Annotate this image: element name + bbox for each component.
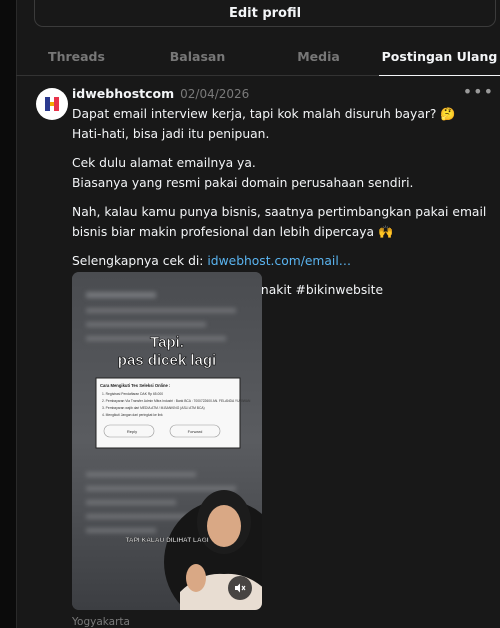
tab-media[interactable]: Media [258, 38, 379, 76]
card-item: 2. Pembayaran Via Transfer Admin Mitra I… [102, 399, 251, 403]
avatar[interactable] [36, 88, 68, 120]
idwebhost-logo-icon [45, 97, 59, 111]
thread-post: idwebhostcom 02/04/2026 ••• Dapat email … [16, 76, 500, 628]
post-link[interactable]: idwebhost.com/email… [207, 254, 351, 268]
tab-balasan[interactable]: Balasan [137, 38, 258, 76]
post-header: idwebhostcom 02/04/2026 [72, 86, 249, 101]
reply-label: Reply [127, 429, 137, 434]
post-link-line: Selengkapnya cek di: idwebhost.com/email… [72, 254, 352, 268]
video-caption-bottom: TAPI KALAU DILIHAT LAGI [125, 537, 208, 544]
speaker-muted-icon[interactable] [228, 576, 252, 600]
post-username[interactable]: idwebhostcom [72, 86, 174, 101]
tab-postingan-ulang[interactable]: Postingan Ulang [379, 38, 500, 76]
profile-tabs: Threads Balasan Media Postingan Ulang [16, 38, 500, 76]
post-paragraph: Nah, kalau kamu punya bisnis, saatnya pe… [72, 205, 487, 239]
video-caption-top: Tapi. [150, 334, 184, 351]
post-paragraph: Cek dulu alamat emailnya ya. Biasanya ya… [72, 156, 414, 190]
tab-threads[interactable]: Threads [16, 38, 137, 76]
card-item: 1. Registrasi Pendaftaran DAK Rp 65.000 [102, 392, 163, 396]
card-item: 4. Mengikuti Jangan dari peringkat ke li… [102, 413, 163, 417]
more-options-icon[interactable]: ••• [463, 82, 494, 101]
post-paragraph: Dapat email interview kerja, tapi kok ma… [72, 107, 456, 141]
video-frame: Tapi. pas dicek lagi Cara Mengikuti Tes … [72, 272, 262, 610]
post-date[interactable]: 02/04/2026 [180, 87, 249, 101]
card-title: Cara Mengikuti Tes Seleksi Online : [100, 383, 170, 388]
post-location[interactable]: Yogyakarta [72, 616, 130, 628]
post-video[interactable]: Tapi. pas dicek lagi Cara Mengikuti Tes … [72, 272, 262, 610]
edit-profile-button[interactable]: Edit profil [34, 0, 496, 27]
video-caption-top-line2: pas dicek lagi [118, 352, 216, 369]
forward-label: Forward [188, 429, 203, 434]
card-item: 3. Pembayaran wajib dari MEDIA ATM / M-B… [102, 406, 205, 410]
